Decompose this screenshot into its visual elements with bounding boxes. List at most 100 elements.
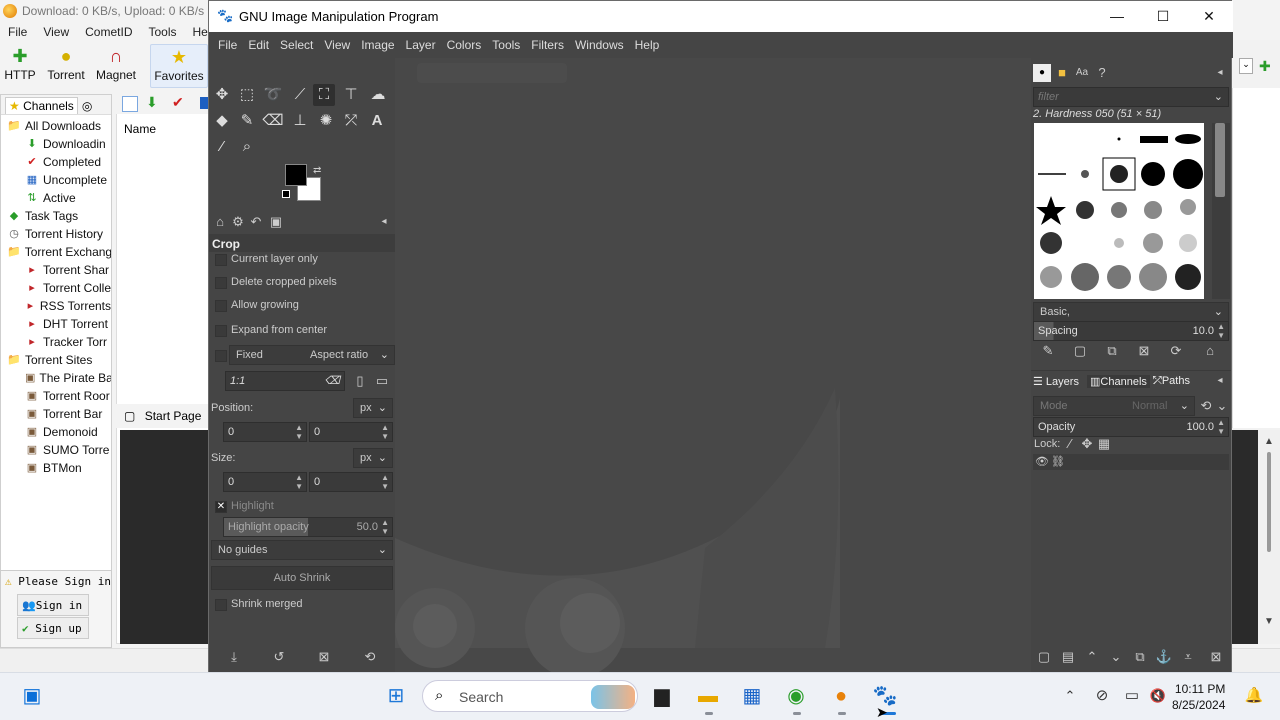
favorites-button[interactable]: ★ Favorites bbox=[150, 44, 208, 88]
menu-help[interactable]: Help bbox=[630, 38, 666, 52]
lock-pixels-icon[interactable]: ⁄ bbox=[1061, 435, 1079, 453]
sidebar-item[interactable]: ▣ Torrent Roor bbox=[1, 387, 111, 405]
size-unit-select[interactable]: px ⌄ bbox=[353, 448, 393, 468]
ratio-input[interactable]: 1:1 ⌫ bbox=[225, 371, 345, 391]
reset-options-icon[interactable]: ⟲ bbox=[361, 648, 379, 666]
menu-tools[interactable]: Tools bbox=[487, 38, 526, 52]
scroll-down-icon[interactable]: ▼ bbox=[1264, 616, 1274, 627]
clear-icon[interactable]: ⌫ bbox=[324, 372, 340, 390]
shrink-merged-checkbox[interactable] bbox=[215, 599, 227, 611]
menu-edit[interactable]: Edit bbox=[243, 38, 275, 52]
duplicate-brush-icon[interactable]: ⧉ bbox=[1103, 342, 1121, 360]
tab-channels[interactable]: ▥Channels bbox=[1087, 375, 1150, 388]
maximize-button[interactable]: ☐ bbox=[1140, 1, 1186, 32]
new-layer-icon[interactable]: ▢ bbox=[1035, 648, 1053, 666]
crop-tool-icon[interactable]: ⛶ bbox=[313, 84, 335, 106]
dock-menu-icon[interactable]: ◂ bbox=[375, 213, 393, 231]
start-page-tab[interactable]: ▢ Start Page bbox=[116, 404, 210, 428]
swap-colors-icon[interactable]: ⇄ bbox=[313, 165, 321, 176]
brush-tag-select[interactable]: Basic, ⌄ bbox=[1033, 302, 1229, 322]
bc-menu-file[interactable]: File bbox=[0, 24, 35, 42]
sidebar-item[interactable]: ▸ RSS Torrents bbox=[1, 297, 111, 315]
close-button[interactable]: ✕ bbox=[1186, 1, 1232, 32]
bc-menu-cometid[interactable]: CometID bbox=[77, 24, 140, 42]
auto-shrink-button[interactable]: Auto Shrink bbox=[211, 566, 393, 590]
move-tool-icon[interactable]: ✥ bbox=[211, 84, 233, 106]
menu-select[interactable]: Select bbox=[275, 38, 319, 52]
delete-options-icon[interactable]: ⊠ bbox=[315, 648, 333, 666]
highlight-opacity-slider[interactable]: Highlight opacity 50.0 ▲ ▼ bbox=[223, 517, 393, 537]
sidebar-item[interactable]: ◷ Torrent History bbox=[1, 225, 111, 243]
fixed-checkbox[interactable] bbox=[215, 350, 227, 362]
dock-menu-icon[interactable]: ◂ bbox=[1211, 64, 1229, 82]
expand-from-center-checkbox[interactable] bbox=[215, 325, 227, 337]
sign-up-button[interactable]: ✔ Sign up bbox=[17, 617, 89, 639]
sidebar-item[interactable]: ◆ Task Tags bbox=[1, 207, 111, 225]
sidebar-item[interactable]: ▸ Tracker Torr bbox=[1, 333, 111, 351]
sidebar-item[interactable]: ▣ SUMO Torre bbox=[1, 441, 111, 459]
clone-tool-icon[interactable]: ⊥ bbox=[289, 110, 311, 132]
unified-transform-tool-icon[interactable]: ⊤ bbox=[340, 84, 362, 106]
file-explorer-icon[interactable]: ▬ bbox=[694, 682, 722, 710]
spin-arrows-icon[interactable]: ▲ ▼ bbox=[295, 423, 303, 441]
sidebar-item[interactable]: ✔ Completed bbox=[1, 153, 111, 171]
lasso-tool-icon[interactable]: ➰ bbox=[262, 84, 284, 106]
canvas-area[interactable] bbox=[395, 58, 1031, 672]
menu-colors[interactable]: Colors bbox=[442, 38, 488, 52]
size-width-input[interactable]: 0 ▲ ▼ bbox=[223, 472, 307, 492]
sidebar-item[interactable]: ⬇ Downloadin bbox=[1, 135, 111, 153]
foreground-color-swatch[interactable] bbox=[285, 164, 307, 186]
menu-file[interactable]: File bbox=[213, 38, 243, 52]
scroll-thumb[interactable] bbox=[1215, 123, 1225, 197]
paths-tool-icon[interactable]: ⤱ bbox=[340, 110, 362, 132]
sign-in-button[interactable]: 👥Sign in bbox=[17, 594, 89, 616]
warp-transform-tool-icon[interactable]: ☁ bbox=[367, 84, 389, 106]
sidebar-item[interactable]: ▣ The Pirate Ba bbox=[1, 369, 111, 387]
tab-paths[interactable]: ⤱Paths bbox=[1153, 375, 1190, 388]
position-unit-select[interactable]: px ⌄ bbox=[353, 398, 393, 418]
lock-position-icon[interactable]: ✥ bbox=[1078, 435, 1096, 453]
network-off-icon[interactable]: ⊘ bbox=[1088, 682, 1116, 710]
allow-growing-checkbox[interactable] bbox=[215, 300, 227, 312]
brush-grid[interactable] bbox=[1034, 123, 1204, 299]
link-chain-icon[interactable]: ⛓ bbox=[1049, 453, 1067, 471]
undo-history-tab-icon[interactable]: ↶ bbox=[247, 213, 265, 231]
sidebar-item[interactable]: 📁 Torrent Sites bbox=[1, 351, 111, 369]
notification-bell-icon[interactable]: 🔔 bbox=[1240, 682, 1268, 710]
text-tool-icon[interactable]: A bbox=[366, 110, 388, 132]
menu-view[interactable]: View bbox=[319, 38, 356, 52]
sidebar-item[interactable]: ▸ Torrent Colle bbox=[1, 279, 111, 297]
edit-brush-icon[interactable]: ✎ bbox=[1039, 342, 1057, 360]
spin-arrows-icon[interactable]: ▲ ▼ bbox=[295, 473, 303, 491]
minimize-button[interactable]: — bbox=[1094, 1, 1140, 32]
color-picker-tool-icon[interactable]: ⁄ bbox=[211, 136, 233, 158]
scroll-up-icon[interactable]: ▲ bbox=[1264, 436, 1274, 447]
download-arrow-icon[interactable]: ⬇ bbox=[146, 94, 158, 111]
brush-filter-input[interactable]: filter ⌄ bbox=[1033, 87, 1229, 107]
dock-menu-icon[interactable]: ◂ bbox=[1211, 372, 1229, 390]
sidebar-item[interactable]: ▦ Uncomplete bbox=[1, 171, 111, 189]
images-tab-icon[interactable]: ▣ bbox=[267, 213, 285, 231]
tab-channels[interactable]: ★ Channels bbox=[5, 97, 78, 114]
new-brush-icon[interactable]: ▢ bbox=[1071, 342, 1089, 360]
position-x-input[interactable]: 0 ▲ ▼ bbox=[223, 422, 307, 442]
duplicate-layer-icon[interactable]: ⧉ bbox=[1131, 648, 1149, 666]
magnet-button[interactable]: ∩ Magnet bbox=[93, 44, 139, 88]
spin-arrows-icon[interactable]: ▲ ▼ bbox=[1217, 418, 1225, 436]
layer-mode-select[interactable]: Mode Normal ⌄ bbox=[1033, 396, 1195, 416]
menu-image[interactable]: Image bbox=[356, 38, 400, 52]
sidebar-item[interactable]: ⇅ Active bbox=[1, 189, 111, 207]
spin-arrows-icon[interactable]: ▲ ▼ bbox=[1217, 322, 1225, 340]
display-icon[interactable]: ▭ bbox=[1118, 682, 1146, 710]
menu-filters[interactable]: Filters bbox=[526, 38, 570, 52]
tab-layers[interactable]: ☰ Layers bbox=[1033, 375, 1079, 388]
menu-layer[interactable]: Layer bbox=[401, 38, 442, 52]
dropdown-arrow-icon[interactable]: ⌄ bbox=[1239, 58, 1253, 74]
brushes-tab-icon[interactable]: ● bbox=[1033, 64, 1051, 82]
delete-brush-icon[interactable]: ⊠ bbox=[1135, 342, 1153, 360]
task-view-icon[interactable]: ▆ bbox=[648, 682, 676, 710]
sidebar-item[interactable]: 📁 All Downloads bbox=[1, 117, 111, 135]
guides-select[interactable]: No guides ⌄ bbox=[211, 540, 393, 560]
fonts-tab-icon[interactable]: Aa bbox=[1073, 64, 1091, 82]
position-y-input[interactable]: 0 ▲ ▼ bbox=[309, 422, 393, 442]
